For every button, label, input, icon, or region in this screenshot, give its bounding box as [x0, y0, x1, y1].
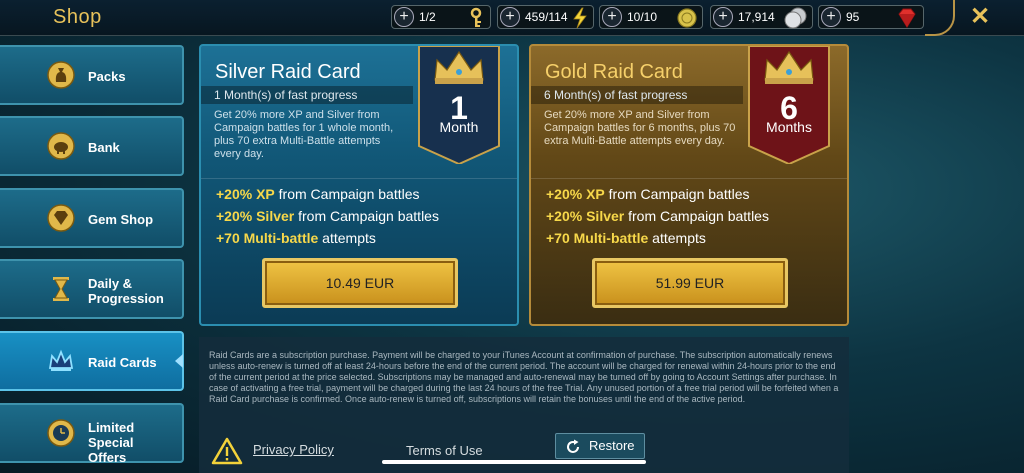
money-bag-icon	[47, 61, 75, 89]
page-title: Shop	[53, 6, 102, 28]
sidebar-item-label: Raid Cards	[88, 355, 157, 370]
benefit-xp: +20% XP from Campaign battles	[546, 186, 750, 202]
gems-value: 95	[846, 10, 860, 24]
piggy-bank-icon	[47, 132, 75, 160]
buy-gold-button[interactable]: 51.99 EUR	[592, 258, 788, 308]
add-silver-button[interactable]: +	[713, 7, 733, 27]
add-energy-button[interactable]: +	[500, 7, 520, 27]
sidebar-item-label: Limited Special Offers	[88, 420, 135, 465]
active-indicator	[175, 354, 183, 368]
keys-value: 1/2	[419, 10, 436, 24]
warning-icon	[211, 437, 243, 465]
lightning-icon	[573, 7, 587, 29]
card-subtitle: 6 Month(s) of fast progress	[531, 86, 743, 104]
terms-of-use-link[interactable]: Terms of Use	[406, 443, 483, 458]
benefit-silver: +20% Silver from Campaign battles	[216, 208, 439, 224]
sidebar-item-bank[interactable]: Bank	[0, 116, 184, 176]
energy-value: 459/114	[525, 10, 568, 24]
card-description: Get 20% more XP and Silver from Campaign…	[544, 109, 736, 147]
gold-raid-card: Gold Raid Card 6 Month(s) of fast progre…	[529, 44, 849, 326]
add-arena-tokens-button[interactable]: +	[602, 7, 622, 27]
close-icon[interactable]: ✕	[966, 3, 994, 31]
silver-coin-icon	[784, 7, 807, 29]
benefit-multibattle: +70 Multi-battle attempts	[546, 230, 706, 246]
silver-counter[interactable]: + 17,914	[710, 5, 813, 29]
sidebar-item-label: Packs	[88, 69, 126, 84]
gems-counter[interactable]: + 95	[818, 5, 924, 29]
buy-silver-button[interactable]: 10.49 EUR	[262, 258, 458, 308]
silver-value: 17,914	[738, 10, 775, 24]
crown-icon	[48, 349, 74, 371]
sidebar-item-daily-progression[interactable]: Daily & Progression	[0, 259, 184, 319]
key-icon	[470, 7, 482, 27]
divider	[531, 178, 847, 179]
ruby-icon	[898, 8, 916, 28]
keys-counter[interactable]: + 1/2	[391, 5, 491, 29]
home-indicator[interactable]	[382, 460, 646, 464]
subscription-terms: Raid Cards are a subscription purchase. …	[209, 350, 839, 404]
header-ornament	[925, 0, 955, 36]
sidebar-item-label: Bank	[88, 140, 120, 155]
sidebar-item-label: Gem Shop	[88, 212, 154, 227]
sidebar-item-limited-offers[interactable]: Limited Special Offers	[0, 403, 184, 465]
benefit-silver: +20% Silver from Campaign battles	[546, 208, 769, 224]
privacy-policy-link[interactable]: Privacy Policy	[253, 442, 334, 457]
hourglass-icon	[53, 277, 69, 301]
silver-raid-card: Silver Raid Card 1 Month(s) of fast prog…	[199, 44, 519, 326]
card-title: Silver Raid Card	[215, 61, 361, 83]
banner-unit: Months	[766, 119, 812, 135]
add-keys-button[interactable]: +	[394, 7, 414, 27]
top-bar: Shop + 1/2 + 459/114 + 10/10 + 17,914 + …	[0, 0, 1024, 36]
restore-label: Restore	[589, 438, 635, 453]
arena-tokens-counter[interactable]: + 10/10	[599, 5, 703, 29]
card-subtitle: 1 Month(s) of fast progress	[201, 86, 413, 104]
energy-counter[interactable]: + 459/114	[497, 5, 594, 29]
add-gems-button[interactable]: +	[821, 7, 841, 27]
gem-icon	[47, 204, 75, 232]
restore-button[interactable]: Restore	[555, 433, 645, 459]
card-description: Get 20% more XP and Silver from Campaign…	[214, 109, 394, 160]
sidebar-item-gem-shop[interactable]: Gem Shop	[0, 188, 184, 248]
benefit-xp: +20% XP from Campaign battles	[216, 186, 420, 202]
banner-unit: Month	[439, 119, 479, 135]
arena-tokens-value: 10/10	[627, 10, 658, 24]
gold-coin-icon	[677, 8, 697, 28]
refresh-icon	[567, 439, 579, 453]
card-title: Gold Raid Card	[545, 61, 683, 83]
sidebar-item-raid-cards[interactable]: Raid Cards	[0, 331, 184, 391]
sidebar-item-label: Daily & Progression	[88, 276, 164, 306]
divider	[201, 178, 517, 179]
sidebar-item-packs[interactable]: Packs	[0, 45, 184, 105]
benefit-multibattle: +70 Multi-battle attempts	[216, 230, 376, 246]
clock-medal-icon	[47, 419, 75, 447]
